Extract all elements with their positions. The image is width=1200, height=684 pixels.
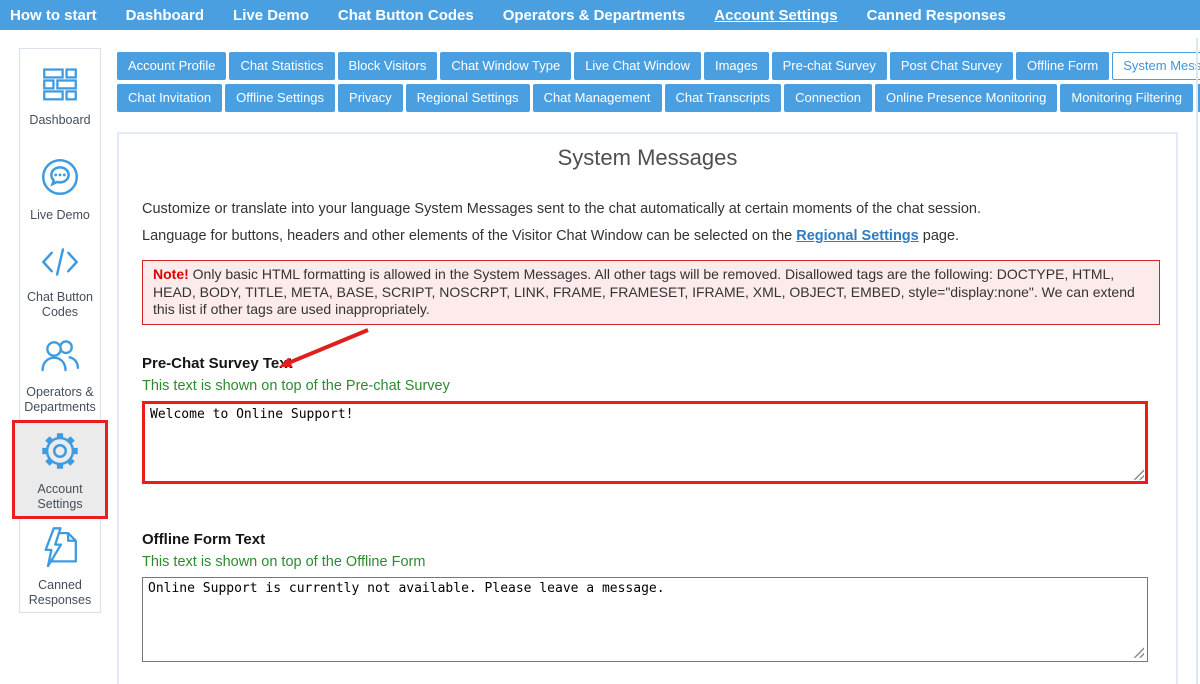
settings-tabs: Account ProfileChat StatisticsBlock Visi…	[117, 52, 1192, 116]
sidebar-item-label: Operators & Departments	[23, 385, 97, 415]
tab-chat-transcripts[interactable]: Chat Transcripts	[665, 84, 782, 112]
prechat-survey-help: This text is shown on top of the Pre-cha…	[142, 378, 1176, 394]
offline-form-textarea[interactable]: Online Support is currently not availabl…	[142, 577, 1148, 662]
tab-pre-chat-survey[interactable]: Pre-chat Survey	[772, 52, 887, 80]
tabs-row1: Account ProfileChat StatisticsBlock Visi…	[117, 52, 1192, 80]
sidebar-item-label: Dashboard	[23, 113, 97, 128]
tab-offline-settings[interactable]: Offline Settings	[225, 84, 335, 112]
tab-chat-management[interactable]: Chat Management	[533, 84, 662, 112]
sidebar-item-label: Chat Button Codes	[23, 290, 97, 320]
tab-online-presence-monitoring[interactable]: Online Presence Monitoring	[875, 84, 1057, 112]
tab-account-profile[interactable]: Account Profile	[117, 52, 226, 80]
nav-item-chat-button-codes[interactable]: Chat Button Codes	[338, 7, 474, 24]
offline-form-field: Online Support is currently not availabl…	[142, 577, 1148, 662]
nav-item-canned-responses[interactable]: Canned Responses	[867, 7, 1006, 24]
tab-regional-settings[interactable]: Regional Settings	[406, 84, 530, 112]
intro-paragraph-2: Language for buttons, headers and other …	[142, 227, 1160, 245]
intro-2-text-before: Language for buttons, headers and other …	[142, 228, 796, 244]
nav-item-account-settings[interactable]: Account Settings	[714, 7, 837, 24]
dashboard-grid-icon	[38, 63, 82, 110]
page-right-border	[1196, 38, 1198, 684]
tab-chat-invitation[interactable]: Chat Invitation	[117, 84, 222, 112]
tab-privacy[interactable]: Privacy	[338, 84, 403, 112]
prechat-survey-field: Welcome to Online Support!	[142, 401, 1148, 484]
sidebar: Dashboard Live Demo Chat Button Codes Opera…	[19, 48, 101, 613]
offline-form-help: This text is shown on top of the Offline…	[142, 554, 1176, 570]
tab-block-visitors[interactable]: Block Visitors	[338, 52, 438, 80]
tab-chat-statistics[interactable]: Chat Statistics	[229, 52, 334, 80]
top-nav: How to start Dashboard Live Demo Chat Butto…	[0, 0, 1200, 30]
tab-images[interactable]: Images	[704, 52, 769, 80]
tabs-row2: Chat InvitationOffline SettingsPrivacyRe…	[117, 84, 1192, 112]
prechat-survey-textarea[interactable]: Welcome to Online Support!	[142, 401, 1148, 484]
note-box: Note! Only basic HTML formatting is allo…	[142, 260, 1160, 325]
nav-item-operators-departments[interactable]: Operators & Departments	[503, 7, 686, 24]
sidebar-item-account-settings[interactable]: Account Settings	[12, 420, 108, 519]
sidebar-item-label: Live Demo	[23, 208, 97, 223]
regional-settings-link[interactable]: Regional Settings	[796, 228, 918, 244]
sidebar-item-dashboard[interactable]: Dashboard	[20, 49, 100, 142]
intro-paragraph-1: Customize or translate into your languag…	[142, 200, 1160, 218]
chat-bubble-icon	[37, 154, 83, 205]
people-icon	[37, 333, 83, 382]
gear-icon	[37, 428, 83, 479]
tab-live-chat-window[interactable]: Live Chat Window	[574, 52, 701, 80]
sidebar-item-canned-responses[interactable]: Canned Responses	[20, 519, 100, 612]
tab-monitoring-filtering[interactable]: Monitoring Filtering	[1060, 84, 1193, 112]
sidebar-item-operators-departments[interactable]: Operators & Departments	[20, 327, 100, 420]
note-text: Only basic HTML formatting is allowed in…	[153, 266, 1135, 317]
page-title: System Messages	[119, 145, 1176, 171]
annotation-arrow-icon	[267, 323, 382, 378]
sidebar-item-live-demo[interactable]: Live Demo	[20, 142, 100, 235]
tab-chat-window-type[interactable]: Chat Window Type	[440, 52, 571, 80]
nav-item-live-demo[interactable]: Live Demo	[233, 7, 309, 24]
nav-item-dashboard[interactable]: Dashboard	[126, 7, 204, 24]
note-label: Note!	[153, 266, 189, 282]
offline-form-heading: Offline Form Text	[142, 531, 1176, 548]
code-icon	[37, 242, 83, 287]
sidebar-item-label: Canned Responses	[23, 578, 97, 608]
intro-2-text-after: page.	[919, 228, 959, 244]
main-panel: System Messages Customize or translate i…	[117, 132, 1178, 684]
sidebar-item-label: Account Settings	[23, 482, 97, 512]
tab-post-chat-survey[interactable]: Post Chat Survey	[890, 52, 1013, 80]
tab-offline-form[interactable]: Offline Form	[1016, 52, 1109, 80]
sidebar-item-chat-button-codes[interactable]: Chat Button Codes	[20, 235, 100, 328]
lightning-page-icon	[37, 524, 83, 575]
tab-system-messages[interactable]: System Messages	[1112, 52, 1200, 80]
nav-item-how-to-start[interactable]: How to start	[10, 7, 97, 24]
tab-connection[interactable]: Connection	[784, 84, 872, 112]
